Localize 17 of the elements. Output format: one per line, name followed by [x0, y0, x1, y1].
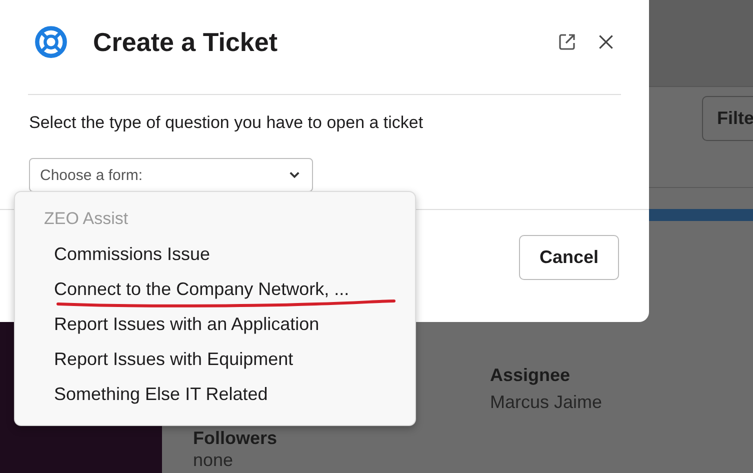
close-icon[interactable] — [597, 33, 615, 51]
dropdown-option[interactable]: Report Issues with an Application — [15, 314, 415, 349]
followers-value: none — [193, 449, 234, 472]
chevron-icon — [289, 171, 300, 179]
dropdown-option[interactable]: Connect to the Company Network, ... — [15, 279, 415, 314]
dropdown-option[interactable]: Commissions Issue — [15, 244, 415, 279]
followers-label: Followers — [193, 428, 278, 448]
lifebuoy-icon — [34, 25, 68, 59]
group-heading: ZEO Assist — [43, 209, 130, 230]
prompt-text: Select the type of question you have to open a ticket — [29, 113, 424, 133]
dropdown-option[interactable]: Something Else IT Related — [15, 384, 415, 419]
assignee-label: Assignee — [490, 364, 572, 387]
cancel-button[interactable]: Cancel — [519, 235, 619, 280]
dropdown-option[interactable]: Report Issues with Equipment — [15, 349, 415, 384]
dialog-title: Create a Ticket — [93, 26, 279, 58]
assignee-value: Marcus Jaime — [490, 391, 604, 414]
external-link-icon[interactable] — [557, 32, 577, 52]
